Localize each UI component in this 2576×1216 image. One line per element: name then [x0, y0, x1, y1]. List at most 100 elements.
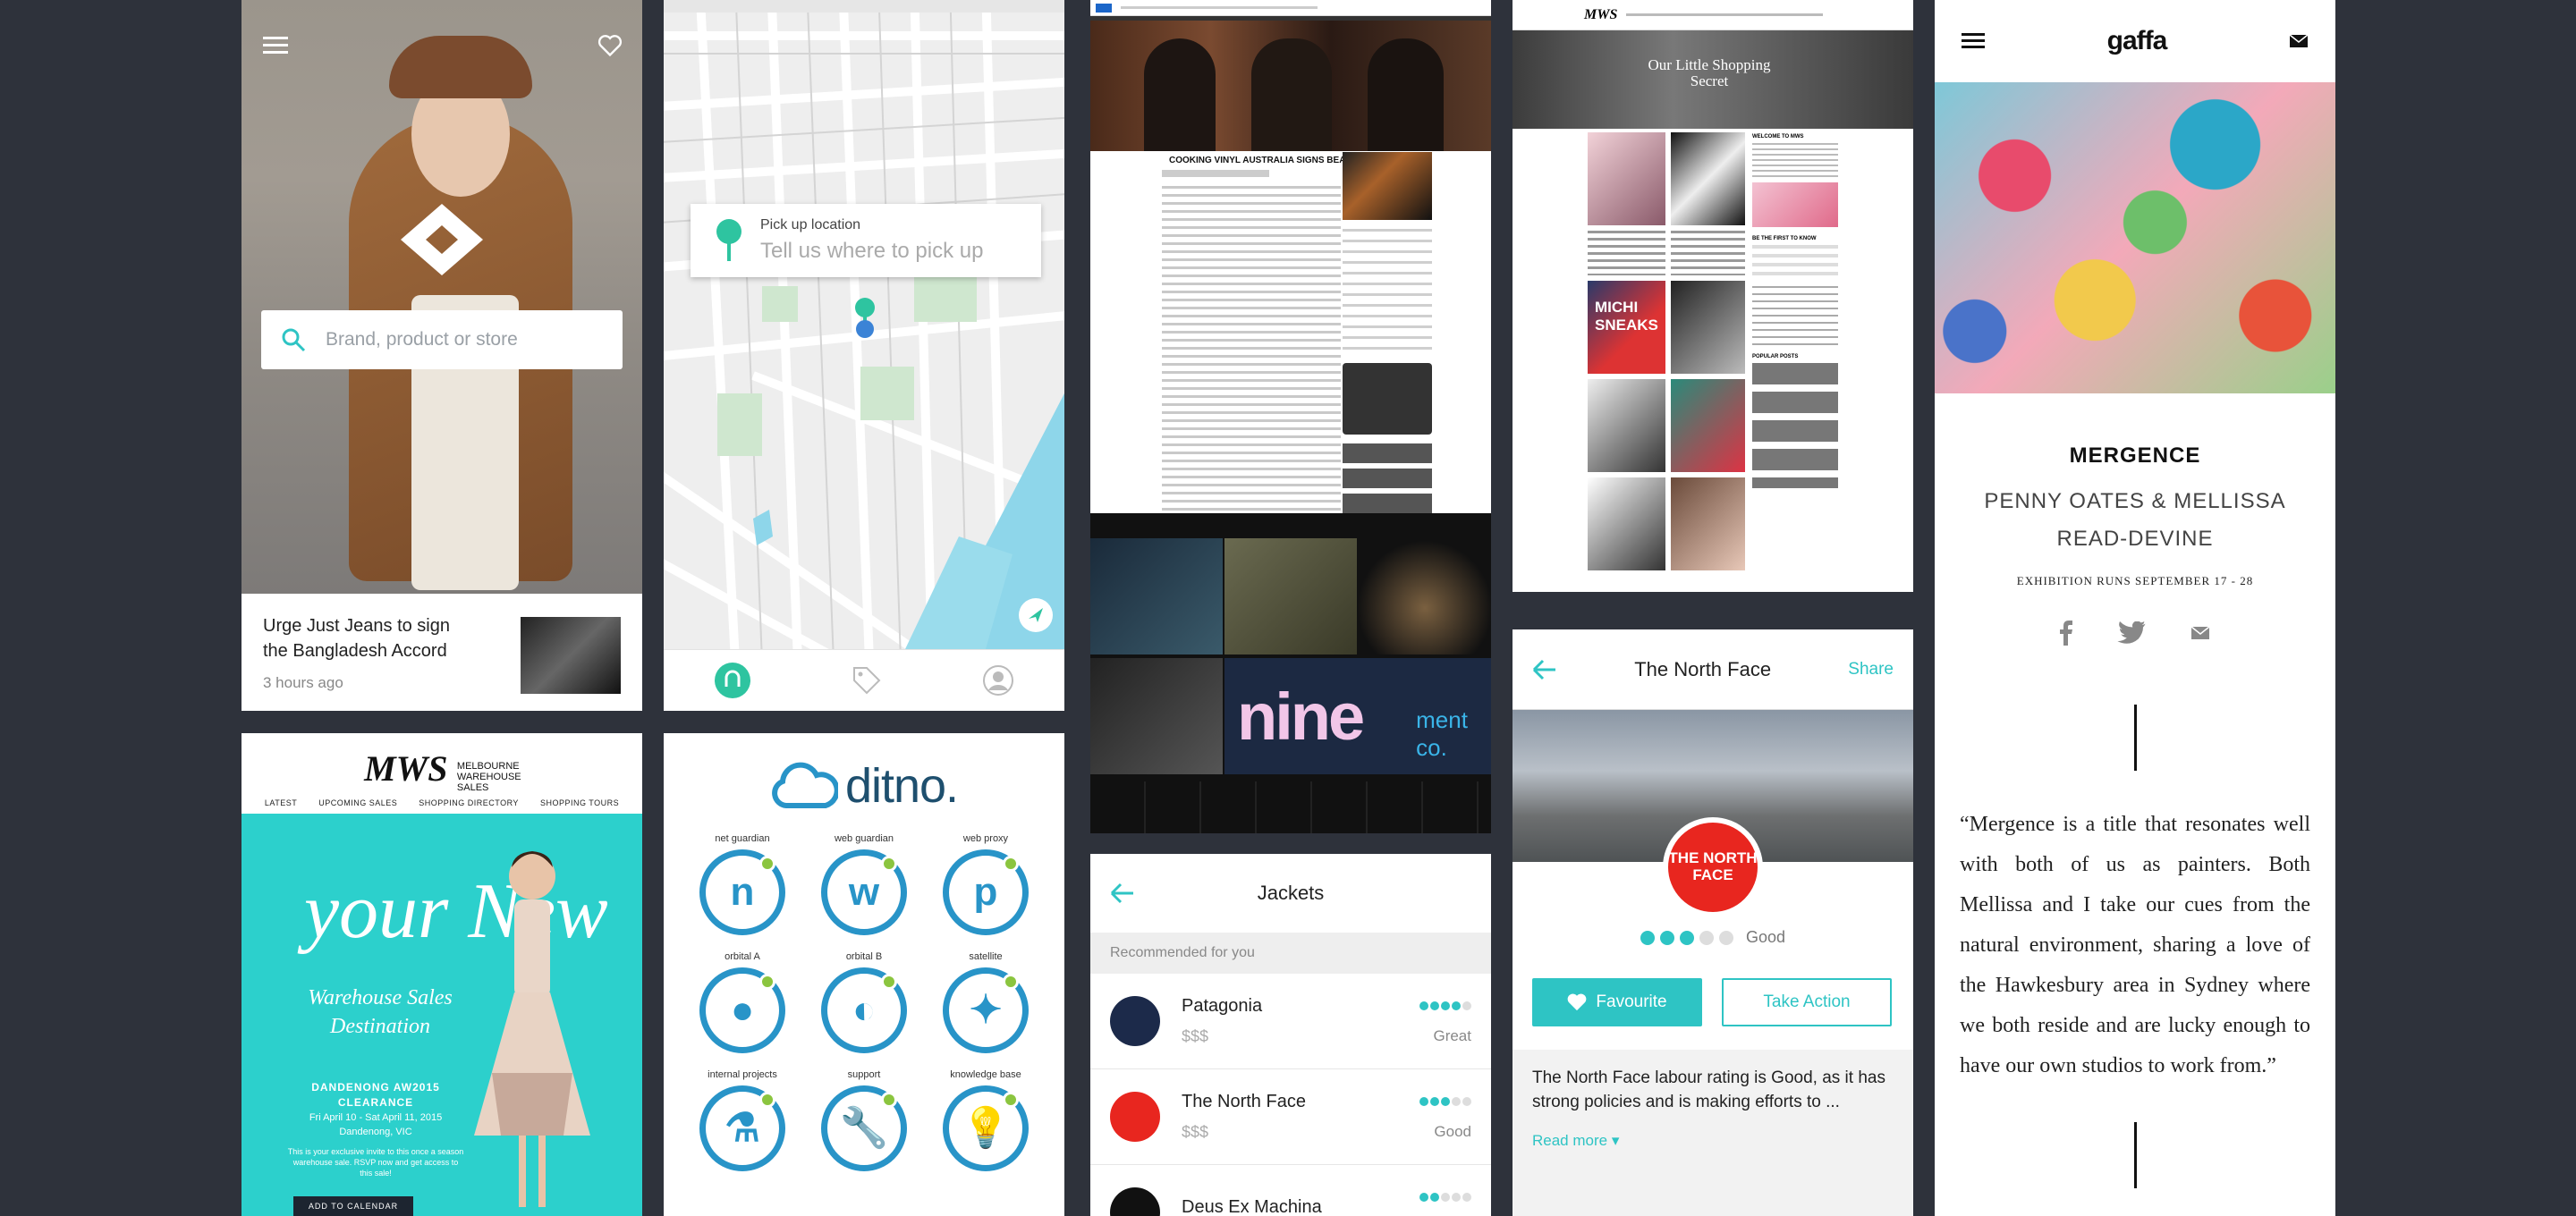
status-dot: [759, 974, 775, 990]
exhibition-title: MERGENCE: [2069, 443, 2201, 468]
brand-row[interactable]: Deus Ex Machina: [1090, 1165, 1491, 1216]
favourite-label: Favourite: [1596, 992, 1667, 1011]
rating-dot: [1452, 1097, 1461, 1106]
status-dot: [881, 974, 897, 990]
service-icon[interactable]: 💡: [943, 1085, 1029, 1171]
twitter-icon[interactable]: [2117, 621, 2146, 645]
brand-avatar: [1110, 1187, 1160, 1216]
service-item[interactable]: web guardian w: [803, 833, 925, 935]
tile-text: MICHI SNEAKS: [1595, 299, 1658, 334]
nav-shopping-directory[interactable]: SHOPPING DIRECTORY: [419, 798, 519, 807]
artist-quote: “Mergence is a title that resonates well…: [1960, 813, 2310, 1077]
service-label: internal projects: [708, 1069, 777, 1080]
mws-logo[interactable]: MWS: [1584, 7, 1617, 23]
article-hero-photo[interactable]: [1090, 21, 1491, 151]
service-label: knowledge base: [950, 1069, 1021, 1080]
sale-details: DANDENONG AW2015 CLEARANCE Fri April 10 …: [286, 1080, 465, 1178]
service-item[interactable]: support 🔧: [803, 1069, 925, 1171]
service-item[interactable]: satellite ✦: [925, 951, 1046, 1053]
email-icon[interactable]: [2190, 626, 2210, 640]
brand-detail-card: The North Face Share THE NORTH FACE Good…: [1513, 629, 1913, 1216]
service-item[interactable]: web proxy p: [925, 833, 1046, 935]
rating-dot: [1452, 1193, 1461, 1202]
nav-shopping-tours[interactable]: SHOPPING TOURS: [540, 798, 619, 807]
brand-name: The North Face: [1182, 1092, 1306, 1111]
blog-hero[interactable]: Our Little Shopping Secret: [1513, 30, 1913, 129]
rating-dot: [1441, 1001, 1450, 1010]
service-icon[interactable]: ●: [699, 967, 785, 1053]
mws-header: MWS MELBOURNE WAREHOUSE SALES LATEST UPC…: [242, 733, 642, 814]
search-field[interactable]: Brand, product or store: [261, 310, 623, 369]
rating-dot: [1679, 930, 1694, 945]
news-item[interactable]: Urge Just Jeans to sign the Bangladesh A…: [242, 594, 642, 711]
video-grid: nine ment co.: [1090, 513, 1491, 833]
rating-dot: [1699, 930, 1714, 945]
service-item[interactable]: net guardian n: [682, 833, 803, 935]
sale-title: DANDENONG AW2015 CLEARANCE: [311, 1081, 440, 1109]
status-dot: [759, 1092, 775, 1108]
tab-tag-icon[interactable]: [851, 664, 883, 697]
service-icon[interactable]: 🔧: [821, 1085, 907, 1171]
back-arrow-icon[interactable]: [1110, 882, 1135, 904]
rating-dot: [1419, 1193, 1428, 1202]
jackets-header: Jackets: [1090, 854, 1491, 933]
take-action-button[interactable]: Take Action: [1722, 978, 1892, 1026]
service-item[interactable]: orbital A ●: [682, 951, 803, 1053]
rating-word: Great: [1433, 1027, 1471, 1044]
bottom-tab-bar: [664, 649, 1064, 711]
navigate-icon[interactable]: [1018, 597, 1054, 633]
service-glyph: n: [730, 870, 755, 914]
model-photo: [474, 851, 590, 1207]
ditno-wordmark: ditno.: [844, 759, 959, 813]
description-text: The North Face labour rating is Good, as…: [1532, 1068, 1885, 1111]
service-icon[interactable]: n: [699, 849, 785, 935]
brand-row[interactable]: The North Face $$$ Good: [1090, 1069, 1491, 1165]
pickup-label: Pick up location: [760, 217, 861, 232]
service-icon[interactable]: w: [821, 849, 907, 935]
nav-latest[interactable]: LATEST: [265, 798, 297, 807]
service-label: net guardian: [715, 833, 770, 844]
service-item[interactable]: orbital B ◐: [803, 951, 925, 1053]
brand-avatar: [1110, 1092, 1160, 1142]
read-more-link[interactable]: Read more ▾: [1532, 1128, 1894, 1153]
service-label: support: [847, 1069, 881, 1080]
back-arrow-icon[interactable]: [1532, 659, 1557, 680]
cloud-icon: [772, 762, 838, 808]
tab-profile-icon[interactable]: [982, 664, 1014, 697]
news-time: 3 hours ago: [263, 674, 343, 691]
share-button[interactable]: Share: [1848, 660, 1894, 680]
add-to-calendar-button[interactable]: ADD TO CALENDAR: [293, 1196, 413, 1216]
pickup-input[interactable]: Tell us where to pick up: [760, 239, 983, 264]
service-icon[interactable]: ◐: [821, 967, 907, 1053]
service-icon[interactable]: ✦: [943, 967, 1029, 1053]
service-glyph: 🔧: [839, 1106, 889, 1150]
ditno-logo[interactable]: ditno.: [664, 758, 1064, 814]
menu-icon[interactable]: [1962, 32, 1985, 50]
artwork-image: [1935, 82, 2335, 393]
service-label: orbital B: [845, 951, 883, 962]
nav-upcoming-sales[interactable]: UPCOMING SALES: [318, 798, 397, 807]
news-title[interactable]: Urge Just Jeans to sign the Bangladesh A…: [263, 613, 478, 663]
facebook-icon[interactable]: [2060, 621, 2072, 646]
heart-icon[interactable]: [597, 34, 623, 57]
gaffa-logo[interactable]: gaffa: [2107, 26, 2168, 56]
service-label: satellite: [969, 951, 1003, 962]
service-icon[interactable]: ⚗: [699, 1085, 785, 1171]
menu-icon[interactable]: [263, 36, 288, 55]
brand-row[interactable]: Patagonia $$$ Great: [1090, 974, 1491, 1069]
service-glyph: 💡: [961, 1106, 1011, 1150]
tab-home-icon[interactable]: [714, 662, 751, 699]
post-grid: MICHI SNEAKS: [1588, 132, 1745, 592]
sale-dates: Fri April 10 - Sat April 11, 2015: [309, 1112, 443, 1123]
pickup-location-card[interactable]: Pick up location Tell us where to pick u…: [691, 204, 1041, 277]
service-item[interactable]: knowledge base 💡: [925, 1069, 1046, 1171]
brand-tile[interactable]: nine: [1237, 679, 1365, 755]
news-thumbnail[interactable]: [521, 617, 621, 694]
service-item[interactable]: internal projects ⚗: [682, 1069, 803, 1171]
favourite-button[interactable]: Favourite: [1532, 978, 1702, 1026]
status-dot: [881, 1092, 897, 1108]
location-marker-icon[interactable]: [852, 295, 878, 340]
mws-logo[interactable]: MWS: [364, 748, 447, 789]
mail-icon[interactable]: [2289, 34, 2309, 48]
service-icon[interactable]: p: [943, 849, 1029, 935]
